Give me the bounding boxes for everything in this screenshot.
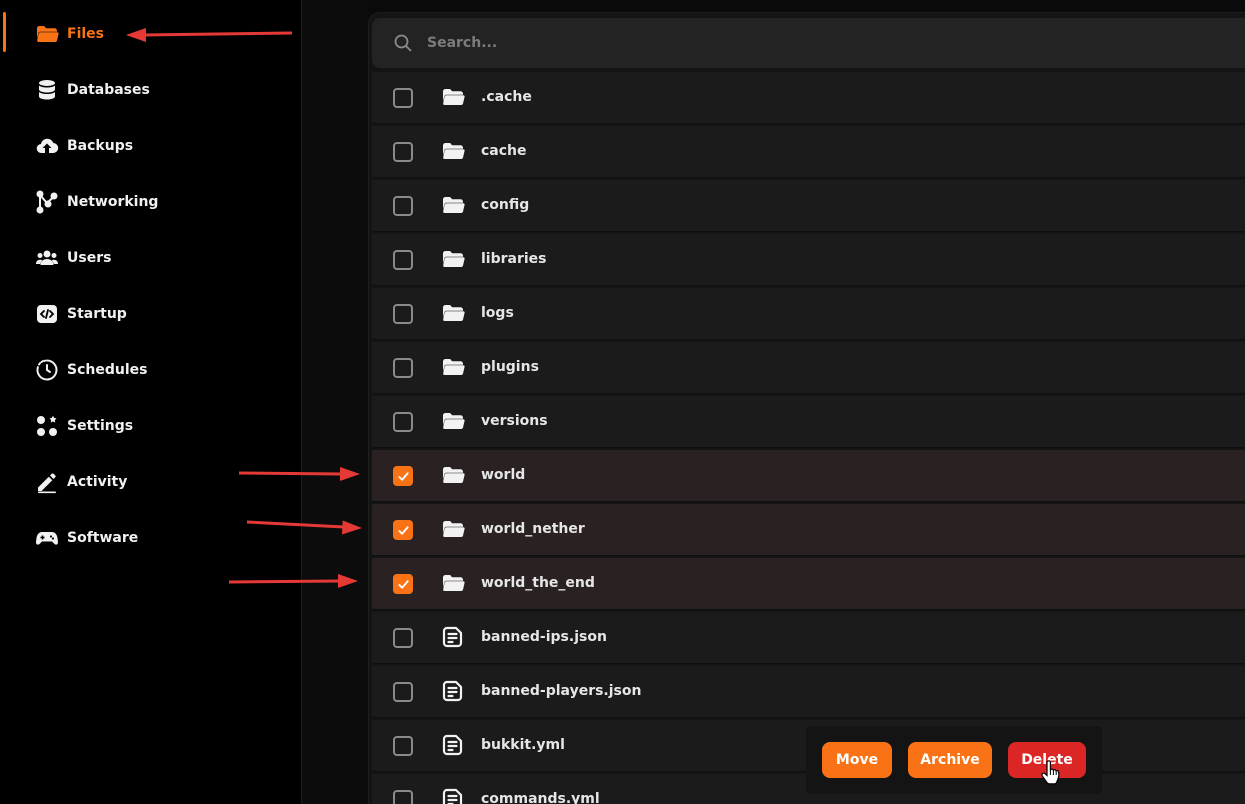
annotation-arrow xyxy=(228,574,358,588)
file-row[interactable]: world_nether xyxy=(372,504,1245,556)
sidebar-item-backups[interactable]: Backups xyxy=(0,118,300,174)
sidebar-item-label: Networking xyxy=(67,194,159,210)
row-checkbox[interactable] xyxy=(393,250,413,270)
file-icon xyxy=(441,787,465,804)
sidebar-item-label: Settings xyxy=(67,418,134,434)
move-button[interactable]: Move xyxy=(822,742,892,778)
annotation-arrow xyxy=(246,520,362,535)
file-row[interactable]: banned-players.json xyxy=(372,666,1245,718)
row-checkbox[interactable] xyxy=(393,412,413,432)
file-name[interactable]: banned-ips.json xyxy=(481,629,607,645)
sidebar-item-label: Activity xyxy=(67,474,128,490)
folder-icon xyxy=(441,355,465,379)
clock-icon xyxy=(34,357,60,383)
search-bar[interactable] xyxy=(372,18,1245,68)
row-checkbox-checked[interactable] xyxy=(393,574,413,594)
file-name[interactable]: .cache xyxy=(481,89,532,105)
sidebar-item-label: Software xyxy=(67,530,139,546)
file-row[interactable]: .cache xyxy=(372,72,1245,124)
file-name[interactable]: plugins xyxy=(481,359,539,375)
file-icon xyxy=(441,625,465,649)
annotation-arrow xyxy=(238,467,360,481)
folder-icon xyxy=(441,247,465,271)
database-icon xyxy=(34,77,60,103)
sidebar-item-settings[interactable]: Settings xyxy=(0,398,300,454)
row-checkbox[interactable] xyxy=(393,88,413,108)
row-checkbox[interactable] xyxy=(393,358,413,378)
archive-button[interactable]: Archive xyxy=(908,742,992,778)
file-row[interactable]: libraries xyxy=(372,234,1245,286)
sidebar-item-label: Files xyxy=(67,26,104,42)
file-name[interactable]: world_the_end xyxy=(481,575,595,591)
search-icon xyxy=(394,34,412,52)
search-input[interactable] xyxy=(427,18,1207,68)
folder-icon xyxy=(441,517,465,541)
row-checkbox[interactable] xyxy=(393,142,413,162)
file-row[interactable]: banned-ips.json xyxy=(372,612,1245,664)
row-checkbox-checked[interactable] xyxy=(393,520,413,540)
network-icon xyxy=(34,189,60,215)
sidebar-item-label: Schedules xyxy=(67,362,148,378)
file-name[interactable]: libraries xyxy=(481,251,547,267)
settings-grid-icon xyxy=(34,413,60,439)
row-checkbox-checked[interactable] xyxy=(393,466,413,486)
file-row[interactable]: cache xyxy=(372,126,1245,178)
file-icon xyxy=(441,679,465,703)
folder-icon xyxy=(441,301,465,325)
cloud-upload-icon xyxy=(34,133,60,159)
sidebar-item-startup[interactable]: Startup xyxy=(0,286,300,342)
sidebar-item-label: Users xyxy=(67,250,112,266)
row-checkbox[interactable] xyxy=(393,736,413,756)
file-name[interactable]: config xyxy=(481,197,529,213)
file-name[interactable]: versions xyxy=(481,413,548,429)
sidebar-item-label: Startup xyxy=(67,306,127,322)
file-name[interactable]: banned-players.json xyxy=(481,683,641,699)
folder-icon xyxy=(441,463,465,487)
pencil-icon xyxy=(34,469,60,495)
folder-icon xyxy=(441,571,465,595)
folder-icon xyxy=(441,85,465,109)
folder-icon xyxy=(34,21,60,47)
sidebar-item-networking[interactable]: Networking xyxy=(0,174,300,230)
file-icon xyxy=(441,733,465,757)
folder-icon xyxy=(441,409,465,433)
sidebar: Files Databases Backups Networking Users… xyxy=(0,0,302,804)
hand-cursor-icon xyxy=(1041,760,1060,785)
file-name[interactable]: commands.yml xyxy=(481,791,600,804)
file-name[interactable]: cache xyxy=(481,143,527,159)
sidebar-item-schedules[interactable]: Schedules xyxy=(0,342,300,398)
sidebar-item-users[interactable]: Users xyxy=(0,230,300,286)
file-name[interactable]: world xyxy=(481,467,525,483)
file-name[interactable]: bukkit.yml xyxy=(481,737,565,753)
gutter xyxy=(302,0,368,804)
sidebar-item-databases[interactable]: Databases xyxy=(0,62,300,118)
file-row[interactable]: world_the_end xyxy=(372,558,1245,610)
code-icon xyxy=(34,301,60,327)
sidebar-item-label: Backups xyxy=(67,138,134,154)
file-row[interactable]: plugins xyxy=(372,342,1245,394)
folder-icon xyxy=(441,139,465,163)
row-checkbox[interactable] xyxy=(393,196,413,216)
file-name[interactable]: logs xyxy=(481,305,514,321)
file-row[interactable]: config xyxy=(372,180,1245,232)
sidebar-item-label: Databases xyxy=(67,82,150,98)
file-row[interactable]: logs xyxy=(372,288,1245,340)
row-checkbox[interactable] xyxy=(393,790,413,804)
gamepad-icon xyxy=(34,525,60,551)
folder-icon xyxy=(441,193,465,217)
users-icon xyxy=(34,245,60,271)
row-checkbox[interactable] xyxy=(393,682,413,702)
row-checkbox[interactable] xyxy=(393,628,413,648)
row-checkbox[interactable] xyxy=(393,304,413,324)
file-name[interactable]: world_nether xyxy=(481,521,585,537)
annotation-arrow xyxy=(126,28,293,42)
file-row[interactable]: world xyxy=(372,450,1245,502)
file-row[interactable]: versions xyxy=(372,396,1245,448)
